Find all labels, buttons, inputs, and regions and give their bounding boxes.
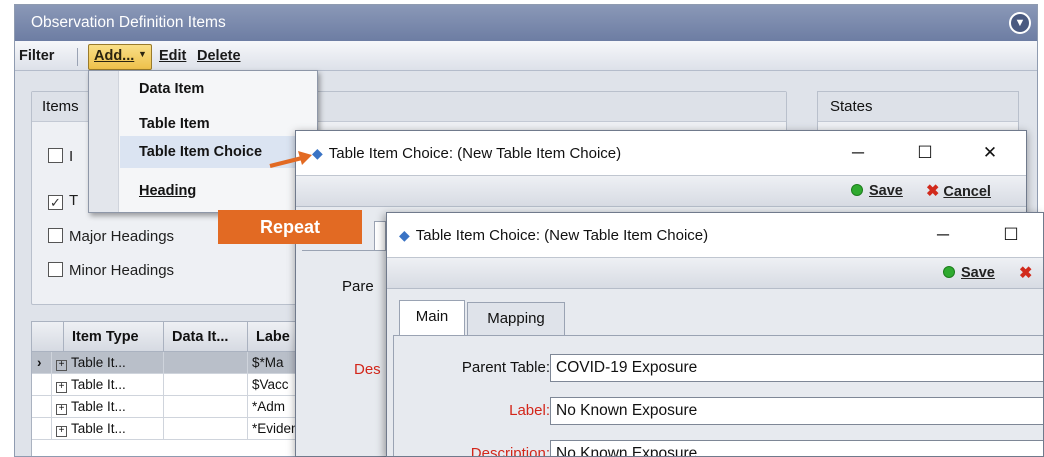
repeat-badge: Repeat — [218, 210, 362, 244]
annotation-overlay — [269, 151, 312, 168]
callout-arrow-line — [269, 156, 303, 168]
callout-arrowhead-icon — [298, 151, 312, 165]
